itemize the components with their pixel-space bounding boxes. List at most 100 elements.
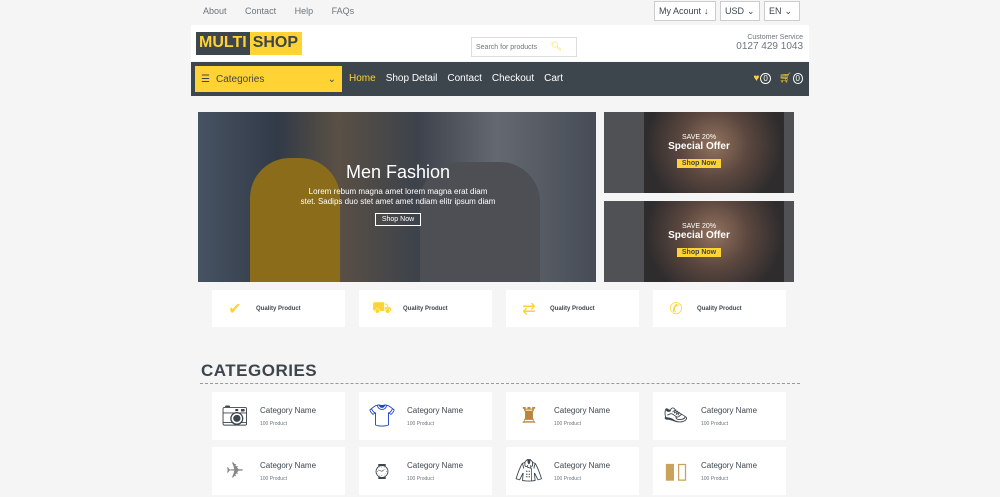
top-bar: About Contact Help FAQs My Acount ↓ USD … <box>0 0 1000 24</box>
category-count: 100 Product <box>554 420 581 427</box>
offer-title: Special Offer <box>668 141 730 152</box>
hero-shop-now-button[interactable]: Shop Now <box>374 213 422 226</box>
category-card[interactable]: ✈ Category Name 100 Product <box>212 447 345 495</box>
category-card[interactable]: 🧥︎ Category Name 100 Product <box>506 447 639 495</box>
search-input[interactable]: Search for products 🔍︎ <box>471 37 577 57</box>
customer-service: Customer Service 0127 429 1043 <box>736 34 803 52</box>
offer-shop-now-button[interactable]: Shop Now <box>676 159 722 168</box>
chevron-down-icon: ⌄ <box>747 5 755 16</box>
phone-icon: ✆ <box>669 300 683 318</box>
categories-divider <box>200 383 800 384</box>
categories-label: Categories <box>215 73 265 85</box>
feature-card: ⛟ Quality Product <box>359 290 492 327</box>
offer-label: SAVE 20% <box>681 223 717 230</box>
shipping-icon: ⛟ <box>371 299 393 317</box>
site-logo[interactable]: MULTI SHOP <box>196 32 303 55</box>
currency-select[interactable]: USD ⌄ <box>720 1 760 21</box>
jacket-icon: 🧥︎ <box>515 458 543 483</box>
feature-text: Quality Product <box>697 305 742 312</box>
category-count: 100 Product <box>260 475 287 482</box>
nav-contact[interactable]: Contact <box>447 73 481 84</box>
category-name: Category Name <box>701 405 758 415</box>
my-account-dropdown[interactable]: My Acount ↓ <box>654 1 716 21</box>
category-name: Category Name <box>701 460 758 470</box>
category-card[interactable]: ▮▯ Category Name 100 Product <box>653 447 786 495</box>
my-account-label: My Acount <box>659 6 702 16</box>
shoe-icon: 👟︎ <box>662 403 690 428</box>
categories-dropdown[interactable]: ☰ Categories ⌄ <box>195 66 342 92</box>
customer-service-label: Customer Service <box>747 34 803 41</box>
watch-icon: ⌚︎ <box>370 460 393 485</box>
categories-title: CATEGORIES <box>201 361 318 380</box>
search-placeholder: Search for products <box>476 43 538 51</box>
language-value: EN <box>769 6 782 16</box>
hero-title: Men Fashion <box>345 162 451 182</box>
feature-card: ⇄ Quality Product <box>506 290 639 327</box>
feature-text: Quality Product <box>403 305 448 312</box>
nav-shop-detail[interactable]: Shop Detail <box>386 73 438 84</box>
feature-card: ✔ Quality Product <box>212 290 345 327</box>
category-count: 100 Product <box>701 475 728 482</box>
cart-button[interactable]: 🛒︎ 0 <box>779 73 803 84</box>
logo-part2: SHOP <box>249 32 303 55</box>
offer-label: SAVE 20% <box>681 134 717 141</box>
category-count: 100 Product <box>407 420 434 427</box>
cart-count: 0 <box>792 73 803 84</box>
main-nav: ☰ Categories ⌄ Home Shop Detail Contact … <box>191 62 809 96</box>
help-link[interactable]: Help <box>295 6 314 16</box>
nav-home[interactable]: Home <box>349 73 376 84</box>
faqs-link[interactable]: FAQs <box>332 6 355 16</box>
category-name: Category Name <box>407 460 464 470</box>
chevron-down-icon: ↓ <box>704 6 709 16</box>
nav-menu: Home Shop Detail Contact Checkout Cart <box>349 73 563 84</box>
nav-cart[interactable]: Cart <box>544 73 563 84</box>
drone-icon: ✈ <box>225 458 245 483</box>
chevron-down-icon: ⌄ <box>327 73 336 85</box>
cosmetics-icon: ▮▯ <box>663 458 689 483</box>
nav-checkout[interactable]: Checkout <box>492 73 534 84</box>
nav-icons: ♥ 0 🛒︎ 0 <box>753 73 803 84</box>
offer-text: SAVE 20% Special Offer Shop Now <box>604 223 794 259</box>
category-card[interactable]: 📷︎ Category Name 100 Product <box>212 392 345 440</box>
category-count: 100 Product <box>407 475 434 482</box>
category-name: Category Name <box>260 405 317 415</box>
customer-service-phone: 0127 429 1043 <box>736 41 803 52</box>
offer-shop-now-button[interactable]: Shop Now <box>676 248 722 257</box>
offer-card[interactable]: SAVE 20% Special Offer Shop Now <box>604 201 794 282</box>
category-card[interactable]: 👕︎ Category Name 100 Product <box>359 392 492 440</box>
contact-link[interactable]: Contact <box>245 6 276 16</box>
category-count: 100 Product <box>701 420 728 427</box>
wishlist-button[interactable]: ♥ 0 <box>753 73 771 84</box>
top-controls: My Acount ↓ USD ⌄ EN ⌄ <box>654 1 800 21</box>
lamp-icon: ♜ <box>519 403 539 428</box>
about-link[interactable]: About <box>203 6 227 16</box>
feature-text: Quality Product <box>550 305 595 312</box>
offer-text: SAVE 20% Special Offer Shop Now <box>604 134 794 170</box>
hero-caption: Men Fashion Lorem rebum magna amet lorem… <box>300 162 496 226</box>
category-card[interactable]: ♜ Category Name 100 Product <box>506 392 639 440</box>
category-count: 100 Product <box>260 420 287 427</box>
cart-icon: 🛒︎ <box>778 73 792 84</box>
hero-carousel[interactable]: Men Fashion Lorem rebum magna amet lorem… <box>198 112 596 282</box>
feature-card: ✆ Quality Product <box>653 290 786 327</box>
category-card[interactable]: ⌚︎ Category Name 100 Product <box>359 447 492 495</box>
language-select[interactable]: EN ⌄ <box>764 1 800 21</box>
heart-icon: ♥ <box>753 73 760 84</box>
category-card[interactable]: 👟︎ Category Name 100 Product <box>653 392 786 440</box>
chevron-down-icon: ⌄ <box>784 5 793 16</box>
offer-card[interactable]: SAVE 20% Special Offer Shop Now <box>604 112 794 193</box>
category-count: 100 Product <box>554 475 581 482</box>
camera-icon: 📷︎ <box>221 403 249 428</box>
sweater-icon: 👕︎ <box>368 403 396 428</box>
wishlist-count: 0 <box>760 73 771 84</box>
search-icon[interactable]: 🔍︎ <box>551 41 562 52</box>
currency-value: USD <box>725 6 745 16</box>
category-name: Category Name <box>554 460 611 470</box>
feature-text: Quality Product <box>256 305 301 312</box>
exchange-icon: ⇄ <box>522 300 536 318</box>
site-header: MULTI SHOP Search for products 🔍︎ Custom… <box>191 25 809 61</box>
offer-title: Special Offer <box>668 230 730 241</box>
check-icon: ✔ <box>228 300 242 318</box>
menu-icon: ☰ <box>201 73 210 85</box>
logo-part1: MULTI <box>196 32 250 55</box>
